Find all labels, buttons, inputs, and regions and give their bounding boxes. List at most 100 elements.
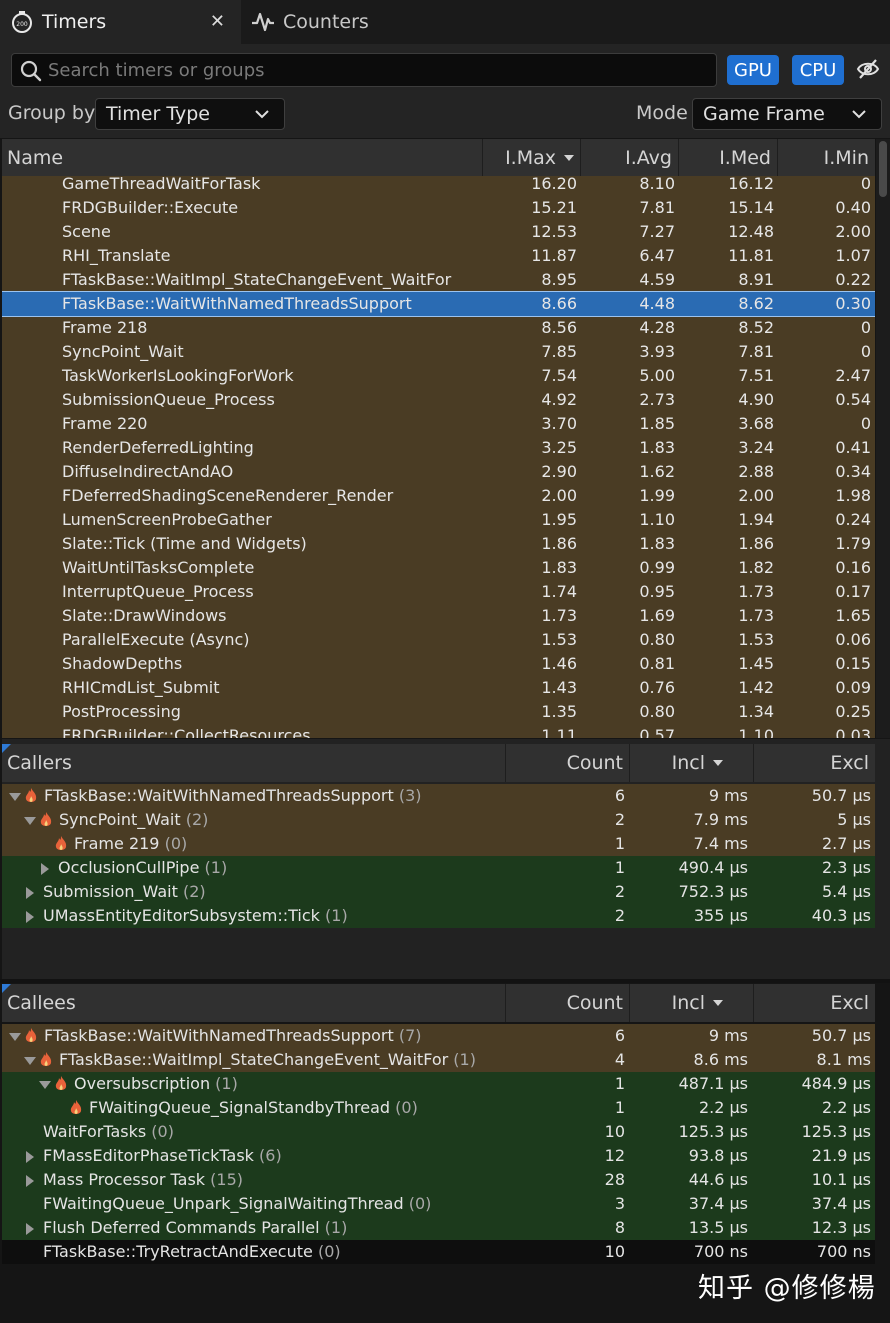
node-excl: 484.9 µs: [801, 1074, 871, 1093]
table-row[interactable]: TaskWorkerIsLookingForWork 7.54 5.00 7.51 2.…: [2, 364, 875, 388]
callers-column-incl[interactable]: Incl: [629, 744, 753, 782]
timer-iavg: 0.57: [639, 726, 675, 738]
tab-counters-label: Counters: [283, 11, 369, 33]
tree-row[interactable]: OcclusionCullPipe (1) 1 490.4 µs 2.3 µs: [2, 856, 875, 880]
table-row[interactable]: FTaskBase::WaitWithNamedThreadsSupport 8.…: [2, 291, 875, 317]
tab-counters[interactable]: Counters: [241, 0, 441, 44]
table-row[interactable]: FTaskBase::WaitImpl_StateChangeEvent_Wai…: [2, 268, 875, 292]
tree-row[interactable]: FTaskBase::WaitWithNamedThreadsSupport (…: [2, 784, 875, 808]
timer-name: FRDGBuilder::CollectResources: [62, 726, 311, 738]
tree-row[interactable]: Oversubscription (1) 1 487.1 µs 484.9 µs: [2, 1072, 875, 1096]
timers-scrollbar[interactable]: [876, 139, 890, 738]
table-row[interactable]: DiffuseIndirectAndAO 2.90 1.62 2.88 0.34: [2, 460, 875, 484]
table-row[interactable]: SyncPoint_Wait 7.85 3.93 7.81 0: [2, 340, 875, 364]
table-row[interactable]: FRDGBuilder::Execute 15.21 7.81 15.14 0.40: [2, 196, 875, 220]
tree-row[interactable]: FWaitingQueue_Unpark_SignalWaitingThread…: [2, 1192, 875, 1216]
search-input[interactable]: [48, 56, 708, 84]
node-name: WaitForTasks (0): [43, 1122, 174, 1141]
node-child-count: (0): [317, 1242, 341, 1261]
collapse-arrow-icon[interactable]: [23, 885, 37, 899]
table-row[interactable]: LumenScreenProbeGather 1.95 1.10 1.94 0.24: [2, 508, 875, 532]
table-row[interactable]: Scene 12.53 7.27 12.48 2.00: [2, 220, 875, 244]
timer-iavg: 4.28: [639, 318, 675, 337]
table-row[interactable]: Slate::Tick (Time and Widgets) 1.86 1.83 1.…: [2, 532, 875, 556]
callers-column-incl-label: Incl: [671, 752, 705, 774]
timer-imin: 0.22: [835, 270, 871, 289]
tree-row[interactable]: Submission_Wait (2) 2 752.3 µs 5.4 µs: [2, 880, 875, 904]
table-row[interactable]: SubmissionQueue_Process 4.92 2.73 4.90 0.54: [2, 388, 875, 412]
scrollbar-thumb[interactable]: [879, 141, 887, 197]
mode-label: Mode: [636, 102, 688, 124]
callees-column-excl[interactable]: Excl: [753, 984, 875, 1022]
node-excl: 10.1 µs: [811, 1170, 871, 1189]
mode-dropdown[interactable]: Game Frame: [692, 98, 882, 130]
collapse-arrow-icon[interactable]: [38, 861, 52, 875]
chevron-down-icon: [254, 105, 270, 127]
tree-row[interactable]: SyncPoint_Wait (2) 2 7.9 ms 5 µs: [2, 808, 875, 832]
node-incl: 7.4 ms: [693, 834, 748, 853]
table-row[interactable]: ShadowDepths 1.46 0.81 1.45 0.15: [2, 652, 875, 676]
table-row[interactable]: FRDGBuilder::CollectResources 1.11 0.57 1.1…: [2, 724, 875, 738]
table-row[interactable]: InterruptQueue_Process 1.74 0.95 1.73 0.17: [2, 580, 875, 604]
timer-imin: 0: [860, 176, 871, 193]
tree-row[interactable]: FMassEditorPhaseTickTask (6) 12 93.8 µs 21.…: [2, 1144, 875, 1168]
table-row[interactable]: WaitUntilTasksComplete 1.83 0.99 1.82 0.16: [2, 556, 875, 580]
table-row[interactable]: PostProcessing 1.35 0.80 1.34 0.25: [2, 700, 875, 724]
table-row[interactable]: Frame 220 3.70 1.85 3.68 0: [2, 412, 875, 436]
tree-row[interactable]: Frame 219 (0) 1 7.4 ms 2.7 µs: [2, 832, 875, 856]
expand-arrow-icon[interactable]: [8, 789, 22, 803]
group-by-dropdown[interactable]: Timer Type: [95, 98, 285, 130]
tree-row[interactable]: UMassEntityEditorSubsystem::Tick (1) 2 355…: [2, 904, 875, 928]
tree-row[interactable]: WaitForTasks (0) 10 125.3 µs 125.3 µs: [2, 1120, 875, 1144]
node-name: OcclusionCullPipe (1): [58, 858, 227, 877]
table-row[interactable]: RHI_Translate 11.87 6.47 11.81 1.07: [2, 244, 875, 268]
collapse-arrow-icon[interactable]: [23, 1221, 37, 1235]
timer-imin: 0: [860, 414, 871, 433]
column-header-imin[interactable]: I.Min: [777, 139, 875, 177]
table-row[interactable]: RenderDeferredLighting 3.25 1.83 3.24 0.41: [2, 436, 875, 460]
expand-arrow-icon[interactable]: [23, 813, 37, 827]
timer-imed: 1.82: [738, 558, 774, 577]
callers-column-excl[interactable]: Excl: [753, 744, 875, 782]
callees-column-incl[interactable]: Incl: [629, 984, 753, 1022]
timer-imed: 16.12: [728, 176, 774, 193]
timer-imin: 2.00: [835, 222, 871, 241]
panel-splitter[interactable]: [0, 979, 890, 983]
tree-row[interactable]: FTaskBase::TryRetractAndExecute (0) 10 700…: [2, 1240, 875, 1264]
close-icon[interactable]: ✕: [210, 11, 225, 32]
callers-column-count[interactable]: Count: [505, 744, 629, 782]
collapse-arrow-icon[interactable]: [23, 1149, 37, 1163]
expand-arrow-icon[interactable]: [38, 1077, 52, 1091]
tree-row[interactable]: FTaskBase::WaitImpl_StateChangeEvent_Wai…: [2, 1048, 875, 1072]
collapse-arrow-icon[interactable]: [23, 1173, 37, 1187]
node-count: 8: [614, 1218, 625, 1237]
column-header-imax[interactable]: I.Max: [482, 139, 580, 177]
table-row[interactable]: Frame 218 8.56 4.28 8.52 0: [2, 316, 875, 340]
table-row[interactable]: Slate::DrawWindows 1.73 1.69 1.73 1.65: [2, 604, 875, 628]
search-box[interactable]: [11, 53, 717, 87]
hot-path-flame-icon: [24, 1027, 38, 1049]
table-row[interactable]: ParallelExecute (Async) 1.53 0.80 1.53 0.06: [2, 628, 875, 652]
node-excl: 2.2 µs: [821, 1098, 871, 1117]
callees-column-count[interactable]: Count: [505, 984, 629, 1022]
collapse-arrow-icon[interactable]: [23, 909, 37, 923]
tree-row[interactable]: FWaitingQueue_SignalStandbyThread (0) 1 2.…: [2, 1096, 875, 1120]
table-row[interactable]: GameThreadWaitForTask 16.20 8.10 16.12 0: [2, 176, 875, 196]
column-header-imed[interactable]: I.Med: [678, 139, 777, 177]
tree-row[interactable]: Mass Processor Task (15) 28 44.6 µs 10.1 µs: [2, 1168, 875, 1192]
table-row[interactable]: RHICmdList_Submit 1.43 0.76 1.42 0.09: [2, 676, 875, 700]
expand-arrow-icon[interactable]: [23, 1053, 37, 1067]
tree-row[interactable]: Flush Deferred Commands Parallel (1) 8 13.…: [2, 1216, 875, 1240]
timer-iavg: 0.76: [639, 678, 675, 697]
table-row[interactable]: FDeferredShadingSceneRenderer_Render 2.00…: [2, 484, 875, 508]
timer-imax: 7.85: [541, 342, 577, 361]
gpu-toggle-button[interactable]: GPU: [727, 55, 779, 85]
group-mode-row: Group by Timer Type Mode Game Frame: [0, 96, 890, 138]
column-header-iavg[interactable]: I.Avg: [580, 139, 678, 177]
tree-row[interactable]: FTaskBase::WaitWithNamedThreadsSupport (…: [2, 1024, 875, 1048]
cpu-toggle-button[interactable]: CPU: [792, 55, 844, 85]
expand-arrow-icon[interactable]: [8, 1029, 22, 1043]
eye-off-icon[interactable]: [856, 57, 880, 85]
tab-timers[interactable]: 200 Timers ✕: [0, 0, 241, 44]
column-header-name[interactable]: Name: [2, 139, 482, 177]
